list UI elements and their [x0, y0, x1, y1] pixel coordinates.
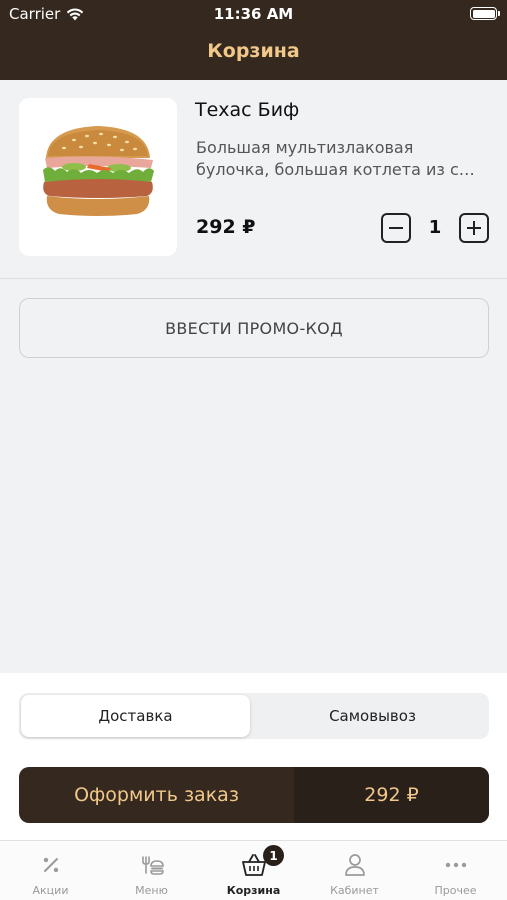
tab-promotions[interactable]: Акции	[0, 841, 101, 900]
tab-label: Меню	[135, 884, 168, 897]
product-description: Большая мультизлаковая булочка, большая …	[196, 138, 475, 179]
tab-bar: Акции Меню 1 Корзина Кабинет Прочее	[0, 840, 507, 900]
cart-item: Техас Биф Большая мультизлаковая булочка…	[0, 80, 507, 279]
tab-more[interactable]: Прочее	[405, 841, 506, 900]
top-header: Carrier 11:36 AM Корзина	[0, 0, 507, 80]
cart-count-badge: 1	[263, 845, 284, 866]
pickup-option[interactable]: Самовывоз	[258, 695, 487, 737]
burger-image	[43, 126, 154, 216]
promo-code-button[interactable]: ВВЕСТИ ПРОМО-КОД	[19, 298, 489, 358]
battery-icon	[470, 7, 500, 20]
promo-code-label: ВВЕСТИ ПРОМО-КОД	[165, 318, 343, 338]
tab-menu[interactable]: Меню	[101, 841, 202, 900]
product-name[interactable]: Техас Биф	[195, 99, 299, 121]
tab-label: Акции	[32, 884, 69, 897]
increase-quantity-button[interactable]	[459, 213, 489, 243]
checkout-total: 292 ₽	[294, 767, 489, 823]
decrease-quantity-button[interactable]	[381, 213, 411, 243]
status-bar: Carrier 11:36 AM	[0, 0, 507, 28]
tab-cart[interactable]: 1 Корзина	[203, 841, 304, 900]
checkout-button[interactable]: Оформить заказ 292 ₽	[19, 767, 489, 823]
checkout-label: Оформить заказ	[74, 784, 239, 806]
more-dots-icon	[445, 862, 467, 868]
tab-label: Прочее	[434, 884, 477, 897]
checkout-panel: Доставка Самовывоз Оформить заказ 292 ₽	[0, 673, 507, 840]
tab-label: Кабинет	[330, 884, 379, 897]
tab-account[interactable]: Кабинет	[304, 841, 405, 900]
product-price: 292 ₽	[196, 216, 256, 238]
tab-label: Корзина	[226, 884, 281, 897]
page-title: Корзина	[207, 40, 300, 62]
delivery-method-selector: Доставка Самовывоз	[19, 693, 489, 739]
user-icon	[345, 854, 365, 876]
product-image[interactable]	[19, 98, 177, 256]
quantity-value: 1	[428, 217, 442, 238]
menu-food-icon	[142, 856, 164, 875]
percent-icon	[43, 857, 59, 873]
delivery-option[interactable]: Доставка	[21, 695, 250, 737]
status-time: 11:36 AM	[213, 5, 294, 23]
